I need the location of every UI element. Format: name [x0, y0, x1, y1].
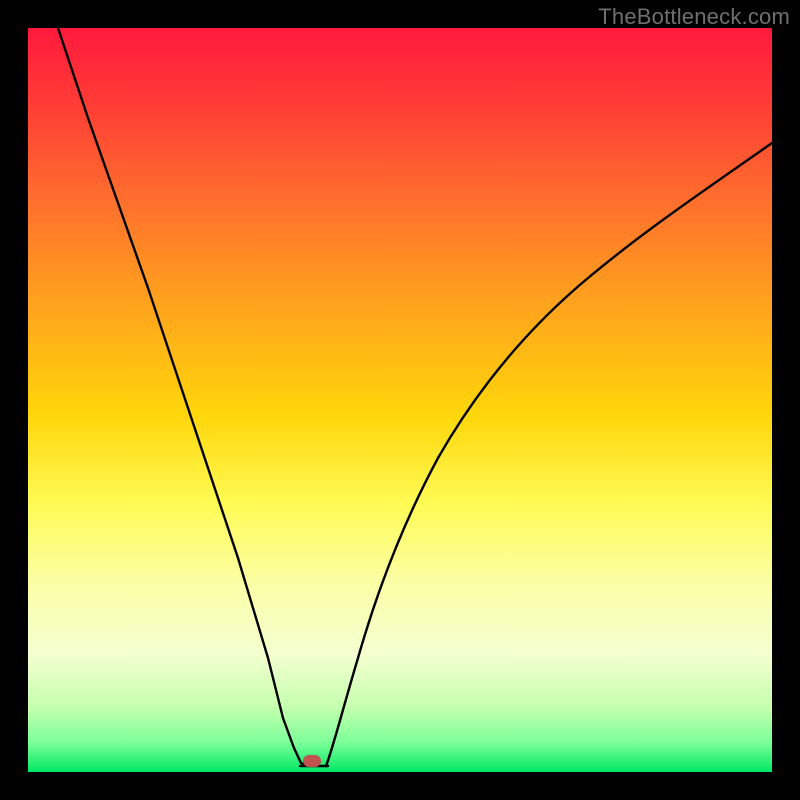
- curve-left-branch: [58, 28, 308, 766]
- curve-right-branch: [326, 143, 772, 766]
- plot-area: [28, 28, 772, 772]
- watermark-text: TheBottleneck.com: [598, 4, 790, 30]
- curve-svg: [28, 28, 772, 772]
- optimal-marker: [303, 755, 321, 767]
